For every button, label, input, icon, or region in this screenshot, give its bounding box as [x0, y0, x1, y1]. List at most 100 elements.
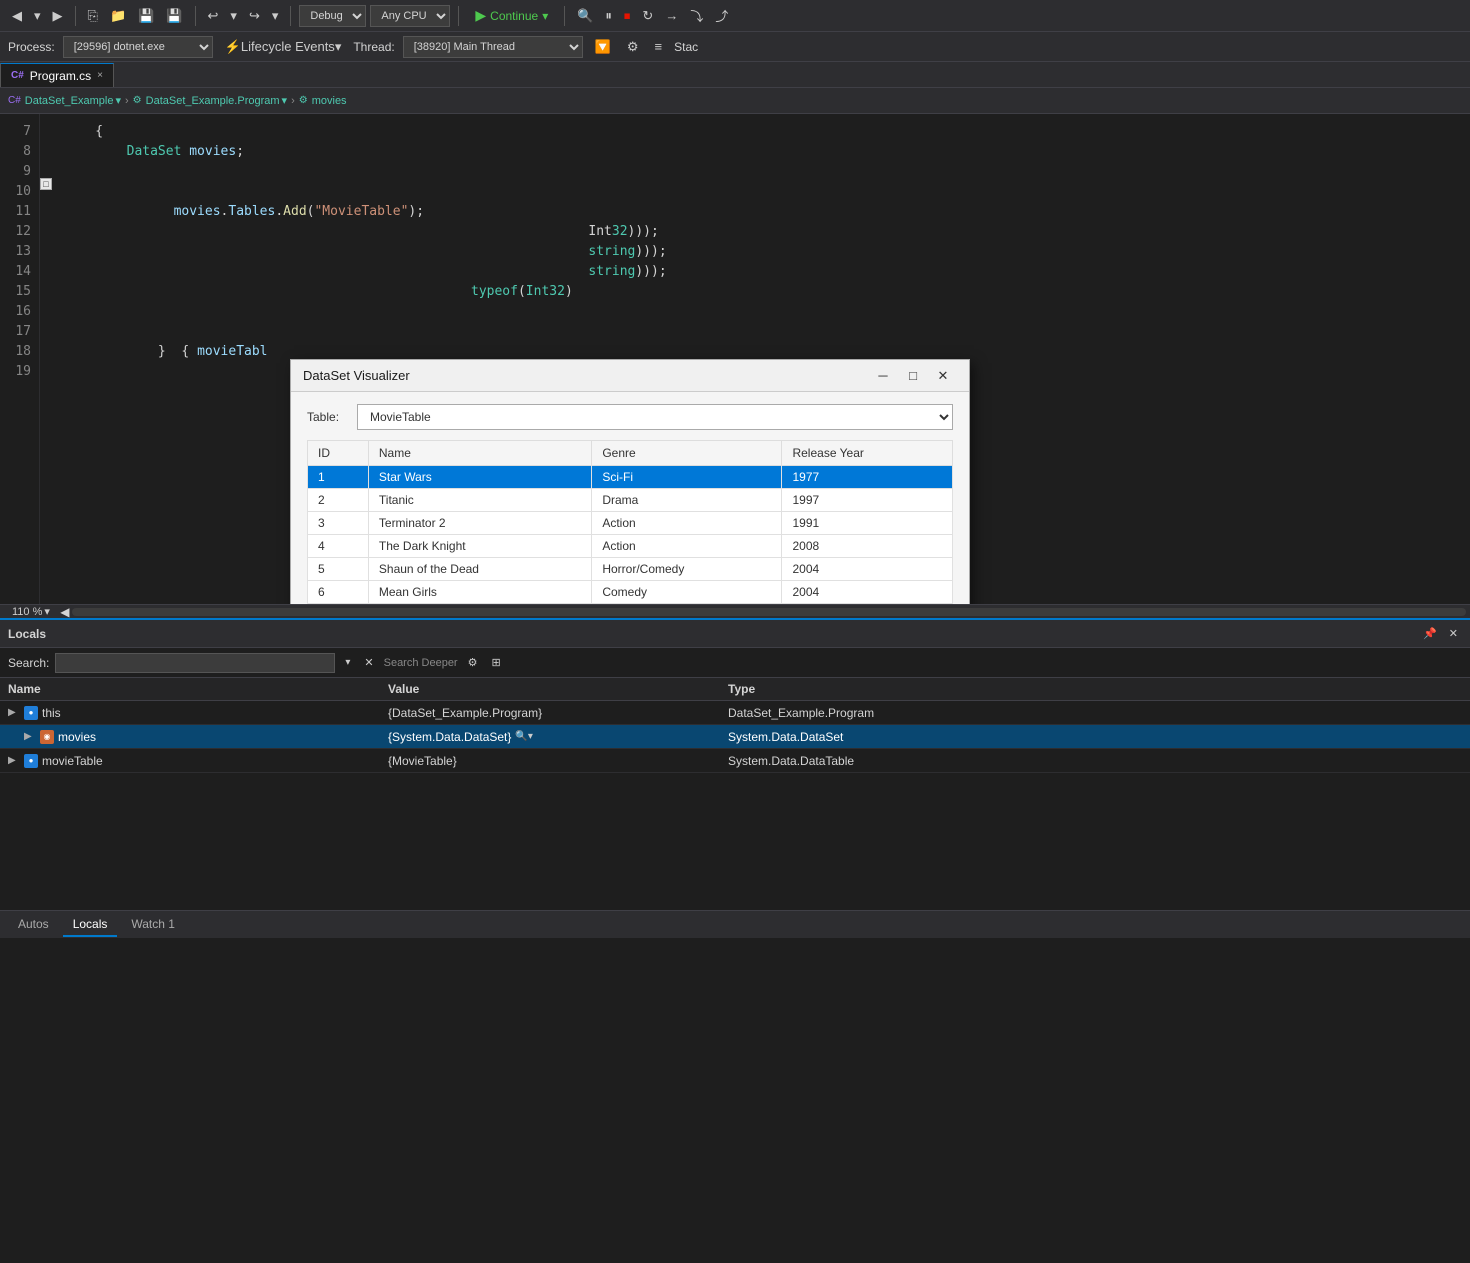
locals-table-header: Name Value Type [0, 678, 1470, 701]
search-icon-btn[interactable]: 🔍 [573, 6, 597, 26]
save-all-button[interactable]: 💾 [162, 6, 186, 26]
step-into-button[interactable]: ⤵ [686, 4, 707, 27]
tab-close-button[interactable]: × [97, 70, 103, 81]
code-line-12: Int32))); [64, 222, 1470, 242]
search-deeper-button[interactable]: Search Deeper [384, 657, 458, 669]
save-button[interactable]: 💾 [134, 6, 158, 26]
breadcrumb-bar: C# DataSet_Example▾ › ⚙ DataSet_Example.… [0, 88, 1470, 114]
program-cs-tab[interactable]: C# Program.cs × [0, 63, 114, 87]
table-row[interactable]: 1Star WarsSci-Fi1977 [308, 466, 953, 489]
bottom-tab-watch-1[interactable]: Watch 1 [121, 913, 185, 937]
locals-row[interactable]: ▶ ◉ movies {System.Data.DataSet} 🔍▾ Syst… [0, 725, 1470, 749]
stop-button[interactable]: ⏹ [620, 6, 635, 26]
callstack-button[interactable]: ≡ [651, 37, 667, 56]
member-icon: ⚙ [299, 95, 308, 106]
table-row[interactable]: 6Mean GirlsComedy2004 [308, 581, 953, 604]
variable-name: movies [58, 730, 96, 744]
code-line-16 [64, 302, 1470, 322]
breadcrumb-project[interactable]: DataSet_Example▾ [25, 94, 121, 107]
locals-row[interactable]: ▶ ● movieTable {MovieTable} System.Data.… [0, 749, 1470, 773]
class-icon: ⚙ [133, 95, 142, 106]
code-line-9 [64, 162, 1470, 182]
debug-mode-select[interactable]: Debug [299, 5, 366, 27]
code-line-11: movies.Tables.Add("MovieTable"); [64, 202, 1470, 222]
undo-button[interactable]: ↩ [204, 6, 223, 26]
code-line-15: typeof(Int32) [64, 282, 1470, 302]
expand-icon[interactable]: ▶ [8, 707, 20, 718]
variable-value: {DataSet_Example.Program} [388, 706, 542, 720]
search-input[interactable] [55, 653, 335, 673]
search-columns-button[interactable]: ⊞ [487, 654, 504, 671]
forward-button[interactable]: ▶ [49, 6, 67, 26]
locals-row[interactable]: ▶ ● this {DataSet_Example.Program} DataS… [0, 701, 1470, 725]
variable-value: {MovieTable} [388, 754, 457, 768]
modal-window-buttons: ─ □ ✕ [869, 365, 957, 387]
folder-button[interactable]: 📁 [106, 6, 130, 26]
variable-name: movieTable [42, 754, 103, 768]
minimize-button[interactable]: ─ [869, 365, 897, 387]
locals-header: Locals 📌 ✕ [0, 620, 1470, 648]
expand-icon[interactable]: ▶ [24, 731, 36, 742]
table-row[interactable]: 2TitanicDrama1997 [308, 489, 953, 512]
pause-button[interactable]: ⏸ [601, 6, 616, 26]
undo-dropdown[interactable]: ▾ [226, 6, 241, 26]
table-select-row: Table: MovieTable [307, 404, 953, 430]
col-header-value: Value [388, 682, 728, 696]
locals-table-body: ▶ ● this {DataSet_Example.Program} DataS… [0, 701, 1470, 910]
filter2-button[interactable]: ⚙ [623, 37, 643, 57]
locals-header-buttons: 📌 ✕ [1419, 625, 1462, 642]
redo-dropdown[interactable]: ▾ [268, 6, 283, 26]
code-editor: 7 8 9 10 11 12 13 14 15 16 17 18 19 □ { … [0, 114, 1470, 604]
cpu-select[interactable]: Any CPU [370, 5, 450, 27]
lifecycle-button[interactable]: ⚡ Lifecycle Events ▾ [221, 37, 346, 57]
locals-name-col: ▶ ◉ movies [8, 730, 388, 744]
step-over-button[interactable]: → [661, 6, 682, 25]
copy-button[interactable]: ⎘ [84, 6, 102, 26]
filter-button[interactable]: 🔽 [591, 37, 615, 57]
table-row[interactable]: 5Shaun of the DeadHorror/Comedy2004 [308, 558, 953, 581]
thread-select[interactable]: [38920] Main Thread [403, 36, 583, 58]
restart-button[interactable]: ↻ [638, 6, 657, 26]
zoom-indicator: 110 % ▾ [4, 605, 58, 618]
continue-button[interactable]: ▶ Continue ▾ [467, 5, 556, 26]
pin-button[interactable]: 📌 [1419, 625, 1441, 642]
redo-button[interactable]: ↪ [245, 6, 264, 26]
search-clear-button[interactable]: ✕ [360, 654, 377, 671]
locals-close-button[interactable]: ✕ [1445, 625, 1462, 642]
back-button[interactable]: ◀ [8, 6, 26, 26]
table-row[interactable]: 3Terminator 2Action1991 [308, 512, 953, 535]
inspect-button[interactable]: 🔍▾ [515, 731, 532, 742]
editor-h-scroll-track[interactable] [72, 608, 1466, 616]
separator-2 [195, 6, 196, 26]
breadcrumb-class[interactable]: DataSet_Example.Program▾ [146, 94, 287, 107]
editor-scrollbar: 110 % ▾ ◀ [0, 604, 1470, 618]
dialog-close-button[interactable]: ✕ [929, 365, 957, 387]
table-dropdown[interactable]: MovieTable [357, 404, 953, 430]
col-id: ID [308, 441, 369, 466]
tab-bar: C# Program.cs × [0, 62, 1470, 88]
code-line-7: { [64, 122, 1470, 142]
search-settings-button[interactable]: ⚙ [464, 654, 482, 671]
modal-titlebar: DataSet Visualizer ─ □ ✕ [291, 360, 969, 392]
table-row[interactable]: 4The Dark KnightAction2008 [308, 535, 953, 558]
process-select[interactable]: [29596] dotnet.exe [63, 36, 213, 58]
expand-icon[interactable]: ▶ [8, 755, 20, 766]
dataset-visualizer-dialog: DataSet Visualizer ─ □ ✕ Table: MovieTab… [290, 359, 970, 604]
process-bar: Process: [29596] dotnet.exe ⚡ Lifecycle … [0, 32, 1470, 62]
col-genre: Genre [592, 441, 782, 466]
collapse-icon[interactable]: □ [40, 178, 52, 190]
breadcrumb-member[interactable]: movies [312, 95, 347, 107]
thread-label: Thread: [353, 40, 394, 54]
locals-type-col: System.Data.DataSet [728, 730, 1462, 744]
step-out-button[interactable]: ⤴ [711, 4, 732, 27]
zoom-dropdown[interactable]: ▾ [44, 605, 50, 618]
bottom-tab-locals[interactable]: Locals [63, 913, 118, 937]
bottom-tab-autos[interactable]: Autos [8, 913, 59, 937]
continue-dropdown-arrow: ▾ [542, 9, 548, 23]
stac-label: Stac [674, 40, 698, 54]
scroll-left-editor[interactable]: ◀ [58, 605, 72, 619]
dropdown-arrow[interactable]: ▾ [30, 6, 45, 26]
search-dropdown-arrow[interactable]: ▾ [341, 655, 354, 670]
separator-1 [75, 6, 76, 26]
maximize-button[interactable]: □ [899, 365, 927, 387]
